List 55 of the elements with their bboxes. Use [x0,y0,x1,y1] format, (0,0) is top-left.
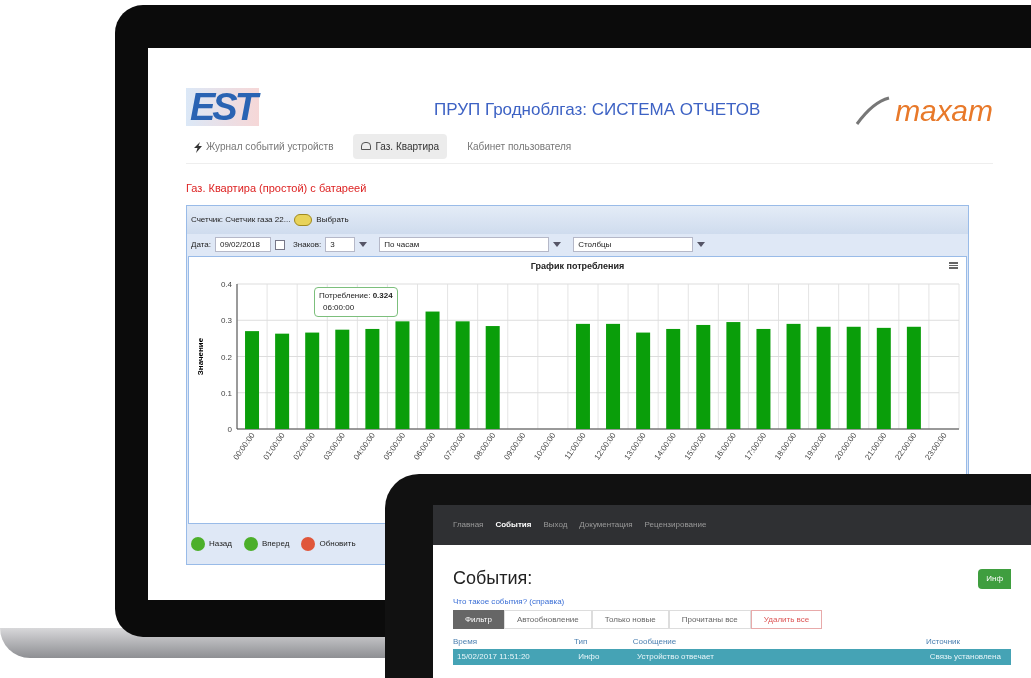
logo-text: тахат [895,96,993,126]
site-title: ПРУП Гродноблгаз: СИСТЕМА ОТЧЕТОВ [433,98,761,121]
nav-link[interactable]: События [495,519,532,531]
nav-link[interactable]: Документация [579,519,633,531]
nav-tab[interactable]: Кабинет пользователя [459,134,580,159]
toolbar-button[interactable]: Назад [191,536,232,551]
lightning-icon [194,141,202,153]
dropdown-icon [697,242,706,247]
toolbar-button[interactable]: Прочитаны все [668,610,751,629]
help-link[interactable]: Что такое события? (справка) [453,596,1011,608]
choose-button[interactable]: Выбрать [294,213,349,226]
toolbar-button[interactable]: Фильтр [453,610,504,629]
chart-title: График потребления [530,259,625,273]
y-tick-label: 0.4 [220,279,232,289]
table-cell-text: Связь установлена [928,651,1002,663]
chart-type-select[interactable]: Столбцы [573,237,694,252]
digits-label: Знаков: [292,238,322,251]
tooltip-time: 06:00:00 [323,301,356,314]
date-field[interactable]: 09/02/2018 [214,237,271,252]
hat-icon [361,142,372,150]
meter-label: Счетчик: Счетчик газа 22... [191,213,291,226]
swoosh-icon [855,96,892,126]
toolbar-button[interactable]: Только новые [591,610,669,629]
dropdown-icon [553,242,562,247]
info-button[interactable]: Инф [978,568,1011,589]
menu-icon[interactable] [949,261,958,269]
column-header: Сообщение [632,636,678,648]
nav-link[interactable]: Рецензирование [644,519,707,531]
table-cell-text: 15/02/2017 11:51:20 [456,651,531,663]
page-title: Газ. Квартира (простой) с батареей [186,181,368,196]
toolbar-button[interactable]: Автообновление [503,610,592,629]
logo-text: EST [186,88,259,126]
y-tick-label: 0.1 [220,388,232,398]
table-cell-text: Устройство отвечает [636,651,715,663]
spinner-icon [359,242,368,247]
y-tick-label: 0.3 [220,315,232,325]
period-select[interactable]: По часам [379,237,550,252]
table-cell-text: Инфо [577,651,601,663]
column-header: Источник [925,636,962,648]
column-header: Тип [574,636,589,648]
y-tick-label: 0.2 [220,352,232,361]
y-axis-label: Значение [196,337,205,375]
nav-link[interactable]: Главная [453,519,484,531]
tooltip-value: Потребление: 0.324 [319,289,393,302]
page-heading: События: [453,567,533,590]
nav-tab[interactable]: Газ. Квартира [353,134,448,159]
nav-tab[interactable]: Журнал событий устройств [186,134,342,159]
y-tick-label: 0 [227,424,232,434]
nav-link[interactable]: Выход [543,519,568,531]
digits-field[interactable]: 3 [325,237,356,252]
column-header: Время [453,636,479,648]
toolbar-button[interactable]: Вперед [243,536,290,551]
toolbar-button[interactable]: Обновить [301,536,356,551]
toolbar-button[interactable]: Удалить все [750,610,823,629]
date-label: Дата: [191,238,211,251]
